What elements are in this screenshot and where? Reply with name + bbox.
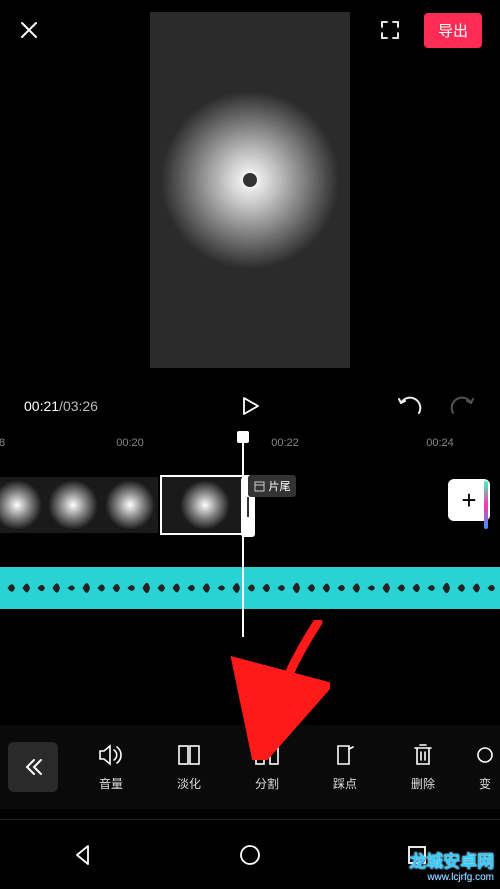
export-button[interactable]: 导出 <box>424 13 482 48</box>
audio-track[interactable] <box>0 567 500 609</box>
nav-back-icon[interactable] <box>71 843 95 867</box>
nav-home-icon[interactable] <box>238 843 262 867</box>
collapse-button[interactable] <box>8 742 58 792</box>
delete-icon <box>412 742 434 768</box>
tool-change[interactable]: 变 <box>462 742 500 792</box>
redo-icon[interactable] <box>450 396 476 416</box>
video-preview[interactable] <box>150 12 350 368</box>
fade-icon <box>177 742 201 768</box>
video-track[interactable]: 片尾 <box>0 475 500 549</box>
undo-icon[interactable] <box>396 396 422 416</box>
change-icon <box>477 742 493 768</box>
video-clip[interactable] <box>0 475 160 535</box>
tool-beat[interactable]: 踩点 <box>306 742 384 792</box>
split-icon <box>254 742 280 768</box>
watermark: 龙城安卓网 www.lcjrfg.com <box>409 853 494 883</box>
close-icon[interactable] <box>18 19 40 41</box>
time-display: 00:21/03:26 <box>24 398 98 414</box>
fullscreen-icon[interactable] <box>380 20 400 40</box>
beat-icon <box>334 742 356 768</box>
volume-icon <box>98 742 124 768</box>
end-badge[interactable]: 片尾 <box>248 475 296 497</box>
video-clip-selected[interactable]: 片尾 <box>160 475 250 535</box>
tool-split[interactable]: 分割 <box>228 742 306 792</box>
tool-delete[interactable]: 删除 <box>384 742 462 792</box>
tool-fade[interactable]: 淡化 <box>150 742 228 792</box>
tool-volume[interactable]: 音量 <box>72 742 150 792</box>
playhead[interactable] <box>242 437 244 637</box>
add-clip-button[interactable] <box>448 479 490 521</box>
play-button[interactable] <box>239 395 261 417</box>
time-ruler[interactable]: 8 00:20 00:22 00:24 <box>0 437 500 463</box>
